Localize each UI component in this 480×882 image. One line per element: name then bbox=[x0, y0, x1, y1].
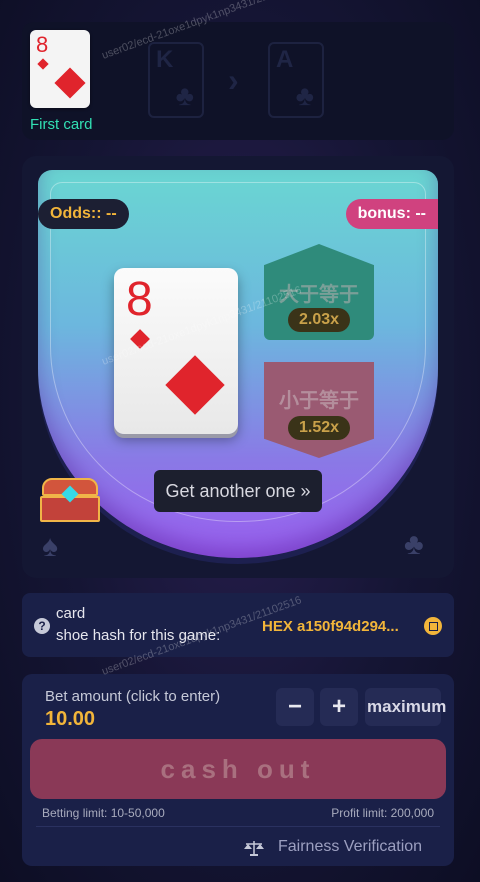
get-another-card-button[interactable]: Get another one » bbox=[154, 470, 322, 512]
club-icon: ♣ bbox=[404, 528, 424, 561]
club-icon: ♣ bbox=[295, 80, 314, 111]
fairness-verification-link[interactable]: Fairness Verification bbox=[278, 838, 422, 856]
first-card-rank: 8 bbox=[36, 32, 49, 57]
copy-icon[interactable] bbox=[424, 617, 442, 635]
first-card: 8 bbox=[30, 30, 90, 108]
ghost-rank: A bbox=[276, 46, 294, 73]
bet-panel: Bet amount (click to enter) 10.00 − + ma… bbox=[22, 674, 454, 866]
treasure-chest-icon[interactable] bbox=[40, 478, 100, 522]
cash-out-button[interactable]: cash out bbox=[30, 739, 446, 799]
bonus-badge: bonus: -- bbox=[345, 199, 438, 229]
bet-amount-label[interactable]: Bet amount (click to enter) bbox=[45, 688, 220, 705]
decrease-bet-button[interactable]: − bbox=[276, 688, 314, 726]
lower-label: 小于等于 bbox=[279, 390, 359, 412]
current-card-rank: 8 bbox=[126, 273, 153, 326]
diamond-icon bbox=[37, 58, 49, 70]
betting-limit: Betting limit: 10-50,000 bbox=[42, 806, 165, 820]
diamond-icon bbox=[165, 355, 225, 415]
placeholder-card-a: A ♣ bbox=[268, 42, 324, 118]
balance-scale-icon bbox=[244, 841, 264, 856]
divider bbox=[36, 826, 440, 827]
bet-amount-input[interactable]: 10.00 bbox=[45, 708, 95, 731]
lower-or-equal-button[interactable]: 小于等于 1.52x bbox=[264, 362, 374, 458]
increase-bet-button[interactable]: + bbox=[320, 688, 358, 726]
ghost-rank: K bbox=[156, 46, 174, 73]
max-bet-button[interactable]: maximum bbox=[365, 688, 446, 726]
help-icon[interactable]: ? bbox=[34, 618, 50, 634]
diamond-icon bbox=[54, 67, 86, 99]
odds-badge: Odds:: -- bbox=[38, 199, 129, 229]
spade-icon: ♠ bbox=[42, 530, 58, 563]
higher-odds: 2.03x bbox=[288, 308, 350, 332]
club-icon: ♣ bbox=[175, 80, 194, 111]
first-card-label: First card bbox=[30, 116, 93, 133]
placeholder-card-k: K ♣ bbox=[148, 42, 204, 118]
lower-odds: 1.52x bbox=[288, 416, 350, 440]
hash-value: HEX a150f94d294... bbox=[262, 618, 399, 635]
hash-label-line1: card bbox=[56, 605, 86, 622]
card-history-panel: 8 First card K ♣ › A ♣ bbox=[22, 22, 454, 140]
profit-limit: Profit limit: 200,000 bbox=[331, 806, 434, 820]
chevron-right-icon: › bbox=[228, 62, 239, 98]
